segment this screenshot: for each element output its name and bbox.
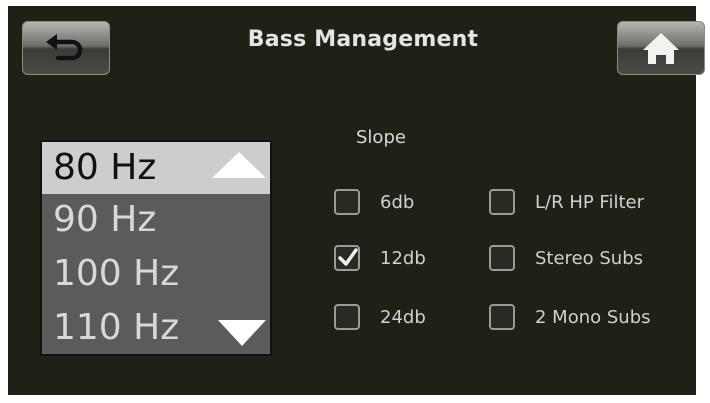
- checkbox[interactable]: [334, 245, 360, 271]
- option-label: 24db: [380, 307, 426, 328]
- option-label: 6db: [380, 192, 415, 213]
- checkbox[interactable]: [489, 189, 515, 215]
- option-label: Stereo Subs: [535, 248, 644, 269]
- checkmark-icon: [338, 248, 358, 266]
- slope-label: Slope: [356, 127, 406, 148]
- page-title: Bass Management: [247, 27, 479, 52]
- checkbox[interactable]: [334, 304, 360, 330]
- device-screen: Bass Management 80 Hz 90 Hz 100 Hz 110 H…: [8, 6, 705, 395]
- option-label: 2 Mono Subs: [535, 307, 651, 328]
- frequency-list[interactable]: 80 Hz 90 Hz 100 Hz 110 Hz: [40, 140, 272, 356]
- home-icon: [643, 33, 679, 64]
- back-arrow-icon: [46, 34, 83, 61]
- checkbox[interactable]: [334, 189, 360, 215]
- checkbox[interactable]: [489, 245, 515, 271]
- option-label: 12db: [380, 248, 426, 269]
- back-button[interactable]: [22, 21, 110, 75]
- frequency-item-100hz[interactable]: 100 Hz: [42, 248, 270, 300]
- home-button[interactable]: [617, 21, 705, 75]
- checkbox[interactable]: [489, 304, 515, 330]
- option-label: L/R HP Filter: [535, 192, 645, 213]
- triangle-up-icon[interactable]: [210, 150, 268, 180]
- frequency-item-90hz[interactable]: 90 Hz: [42, 194, 270, 246]
- triangle-down-icon[interactable]: [216, 318, 268, 348]
